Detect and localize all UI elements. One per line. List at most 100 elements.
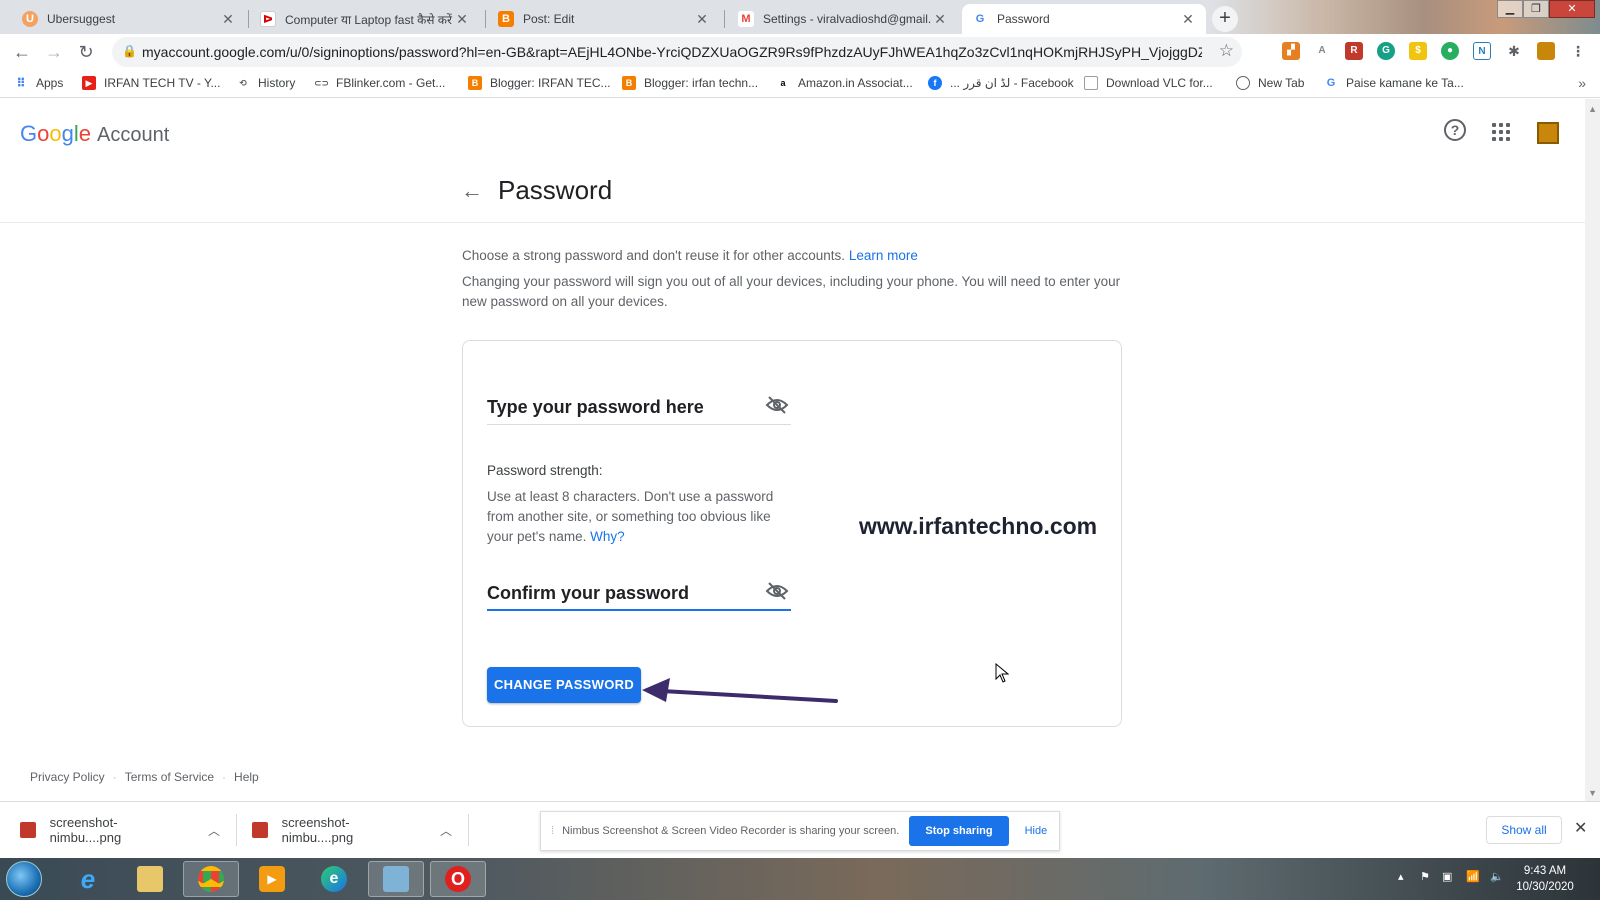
bookmark-blogger-irfan-techn[interactable]: B Blogger: irfan techn... bbox=[622, 76, 758, 90]
bookmark-facebook[interactable]: f ... لڈ ان قرر - Facebook bbox=[928, 76, 1074, 90]
extension-coupon-icon[interactable]: $ bbox=[1409, 42, 1427, 60]
notepad-icon[interactable] bbox=[368, 861, 424, 897]
logo-account-text: Account bbox=[97, 124, 170, 146]
chevron-up-icon[interactable]: ︿ bbox=[440, 822, 452, 839]
stop-sharing-button[interactable]: Stop sharing bbox=[909, 816, 1009, 846]
media-player-icon[interactable]: ▶ bbox=[244, 861, 300, 897]
opera-icon[interactable]: O bbox=[430, 861, 486, 897]
bookmark-star-icon[interactable]: ☆ bbox=[1219, 41, 1234, 61]
reload-icon[interactable]: ↻ bbox=[74, 40, 98, 64]
scroll-down-icon[interactable]: ▼ bbox=[1588, 788, 1597, 798]
profile-avatar-icon[interactable] bbox=[1537, 42, 1555, 60]
bookmark-label: Blogger: irfan techn... bbox=[644, 76, 759, 90]
new-tab-button[interactable]: + bbox=[1212, 6, 1238, 32]
hide-confirm-password-icon[interactable] bbox=[765, 581, 789, 601]
minimize-icon[interactable]: ▁ bbox=[1497, 0, 1523, 18]
file-explorer-icon[interactable] bbox=[122, 861, 178, 897]
change-password-button[interactable]: CHANGE PASSWORD bbox=[487, 667, 641, 703]
gmail-icon: M bbox=[738, 11, 754, 27]
tab-separator bbox=[485, 10, 486, 28]
drag-handle-icon[interactable]: ⁞ bbox=[551, 825, 554, 837]
download-shelf: screenshot-nimbu....png ︿ screenshot-nim… bbox=[0, 801, 1600, 857]
close-window-icon[interactable]: ✕ bbox=[1549, 0, 1595, 18]
clock-date: 10/30/2020 bbox=[1516, 881, 1574, 893]
help-link[interactable]: Help bbox=[234, 770, 259, 784]
extension-font-icon[interactable]: A bbox=[1313, 42, 1331, 60]
forward-icon[interactable]: → bbox=[42, 40, 66, 64]
browser-menu-icon[interactable]: ⋮ bbox=[1569, 42, 1587, 60]
bookmark-label: FBlinker.com - Get... bbox=[336, 76, 446, 90]
show-hidden-icons-icon[interactable]: ▴ bbox=[1398, 870, 1404, 883]
tab-password[interactable]: G Password ✕ bbox=[962, 4, 1206, 34]
account-avatar[interactable] bbox=[1537, 122, 1559, 144]
download-filename: screenshot-nimbu....png bbox=[281, 815, 354, 845]
apps-grid-icon: ⠿ bbox=[16, 76, 26, 90]
hide-button[interactable]: Hide bbox=[1025, 825, 1048, 837]
help-icon[interactable]: ? bbox=[1444, 119, 1466, 141]
extension-analytics-icon[interactable]: ▞ bbox=[1282, 42, 1300, 60]
learn-more-link[interactable]: Learn more bbox=[849, 248, 918, 263]
more-bookmarks-icon[interactable]: » bbox=[1578, 75, 1586, 91]
extension-n-icon[interactable]: N bbox=[1473, 42, 1491, 60]
bookmark-history[interactable]: ⟲ History bbox=[236, 76, 295, 90]
download-item[interactable]: screenshot-nimbu....png ︿ bbox=[232, 812, 452, 848]
tab-ubersuggest[interactable]: U Ubersuggest ✕ bbox=[12, 4, 246, 34]
bookmark-label: Apps bbox=[36, 76, 64, 90]
close-tab-icon[interactable]: ✕ bbox=[694, 11, 710, 28]
close-tab-icon[interactable]: ✕ bbox=[220, 11, 236, 28]
google-apps-icon[interactable] bbox=[1492, 119, 1518, 145]
bookmark-paise-kamane[interactable]: G Paise kamane ke Ta... bbox=[1324, 76, 1464, 90]
bookmark-blogger-irfan-tec[interactable]: B Blogger: IRFAN TEC... bbox=[468, 76, 611, 90]
chevron-up-icon[interactable]: ︿ bbox=[208, 822, 220, 839]
url-text[interactable]: myaccount.google.com/u/0/signinoptions/p… bbox=[142, 44, 1202, 60]
footer-separator: · bbox=[112, 770, 117, 784]
extension-globe-icon[interactable]: ● bbox=[1441, 42, 1459, 60]
restore-icon[interactable]: ❐ bbox=[1523, 0, 1549, 18]
scroll-up-icon[interactable]: ▲ bbox=[1588, 104, 1597, 114]
download-item[interactable]: screenshot-nimbu....png ︿ bbox=[0, 812, 220, 848]
why-link[interactable]: Why? bbox=[590, 529, 625, 544]
google-account-logo[interactable]: Google Account bbox=[20, 121, 169, 147]
bookmark-amazon-associates[interactable]: a Amazon.in Associat... bbox=[776, 76, 912, 90]
vertical-scrollbar[interactable] bbox=[1585, 99, 1600, 801]
bookmark-new-tab[interactable]: New Tab bbox=[1236, 76, 1304, 90]
privacy-policy-link[interactable]: Privacy Policy bbox=[30, 770, 105, 784]
close-tab-icon[interactable]: ✕ bbox=[1180, 11, 1196, 28]
terms-of-service-link[interactable]: Terms of Service bbox=[125, 770, 214, 784]
close-tab-icon[interactable]: ✕ bbox=[454, 11, 470, 28]
tab-label: Password bbox=[997, 12, 1050, 26]
lock-icon[interactable]: 🔒 bbox=[122, 44, 137, 58]
tab-label: Computer या Laptop fast कैसे करें bbox=[285, 12, 452, 27]
power-icon[interactable]: ▣ bbox=[1442, 870, 1452, 883]
confirm-password-field[interactable]: Confirm your password bbox=[487, 577, 791, 611]
back-arrow-icon[interactable]: ← bbox=[461, 178, 483, 204]
system-clock[interactable]: 9:43 AM 10/30/2020 bbox=[1510, 863, 1580, 895]
extension-grammarly-icon[interactable]: G bbox=[1377, 42, 1395, 60]
password-field[interactable]: Type your password here bbox=[487, 391, 791, 425]
chrome-icon[interactable] bbox=[183, 861, 239, 897]
bookmark-apps[interactable]: ⠿ Apps bbox=[14, 76, 63, 90]
volume-icon[interactable]: 🔈 bbox=[1490, 870, 1504, 883]
action-center-flag-icon[interactable]: ⚑ bbox=[1420, 870, 1430, 883]
bookmark-irfan-tech-tv[interactable]: ▶ IRFAN TECH TV - Y... bbox=[82, 76, 220, 90]
network-signal-icon[interactable]: 📶 bbox=[1466, 870, 1480, 883]
password-strength-hint: Use at least 8 characters. Don't use a p… bbox=[487, 487, 797, 547]
bookmark-label: Paise kamane ke Ta... bbox=[1346, 76, 1464, 90]
bookmark-download-vlc[interactable]: Download VLC for... bbox=[1084, 76, 1213, 90]
close-tab-icon[interactable]: ✕ bbox=[932, 11, 948, 28]
tab-computer-laptop[interactable]: ᐅ Computer या Laptop fast कैसे करें ✕ bbox=[250, 4, 480, 34]
back-icon[interactable]: ← bbox=[10, 40, 34, 64]
bookmark-fblinker[interactable]: ⊂⊃ FBlinker.com - Get... bbox=[314, 76, 445, 90]
windows-start-button[interactable] bbox=[6, 861, 42, 897]
internet-explorer-icon[interactable]: e bbox=[60, 861, 116, 897]
tab-settings-gmail[interactable]: M Settings - viralvadioshd@gmail... ✕ bbox=[728, 4, 958, 34]
extensions-puzzle-icon[interactable]: ✱ bbox=[1505, 42, 1523, 60]
extension-pdf-icon[interactable]: R bbox=[1345, 42, 1363, 60]
edge-icon[interactable]: e bbox=[306, 861, 362, 897]
intro-sentence: Choose a strong password and don't reuse… bbox=[462, 248, 846, 263]
address-bar[interactable]: 🔒 myaccount.google.com/u/0/signinoptions… bbox=[112, 37, 1242, 67]
show-all-button[interactable]: Show all bbox=[1486, 816, 1562, 844]
hide-password-icon[interactable] bbox=[765, 395, 789, 415]
close-shelf-icon[interactable]: ✕ bbox=[1574, 818, 1587, 838]
tab-post-edit[interactable]: B Post: Edit ✕ bbox=[488, 4, 720, 34]
